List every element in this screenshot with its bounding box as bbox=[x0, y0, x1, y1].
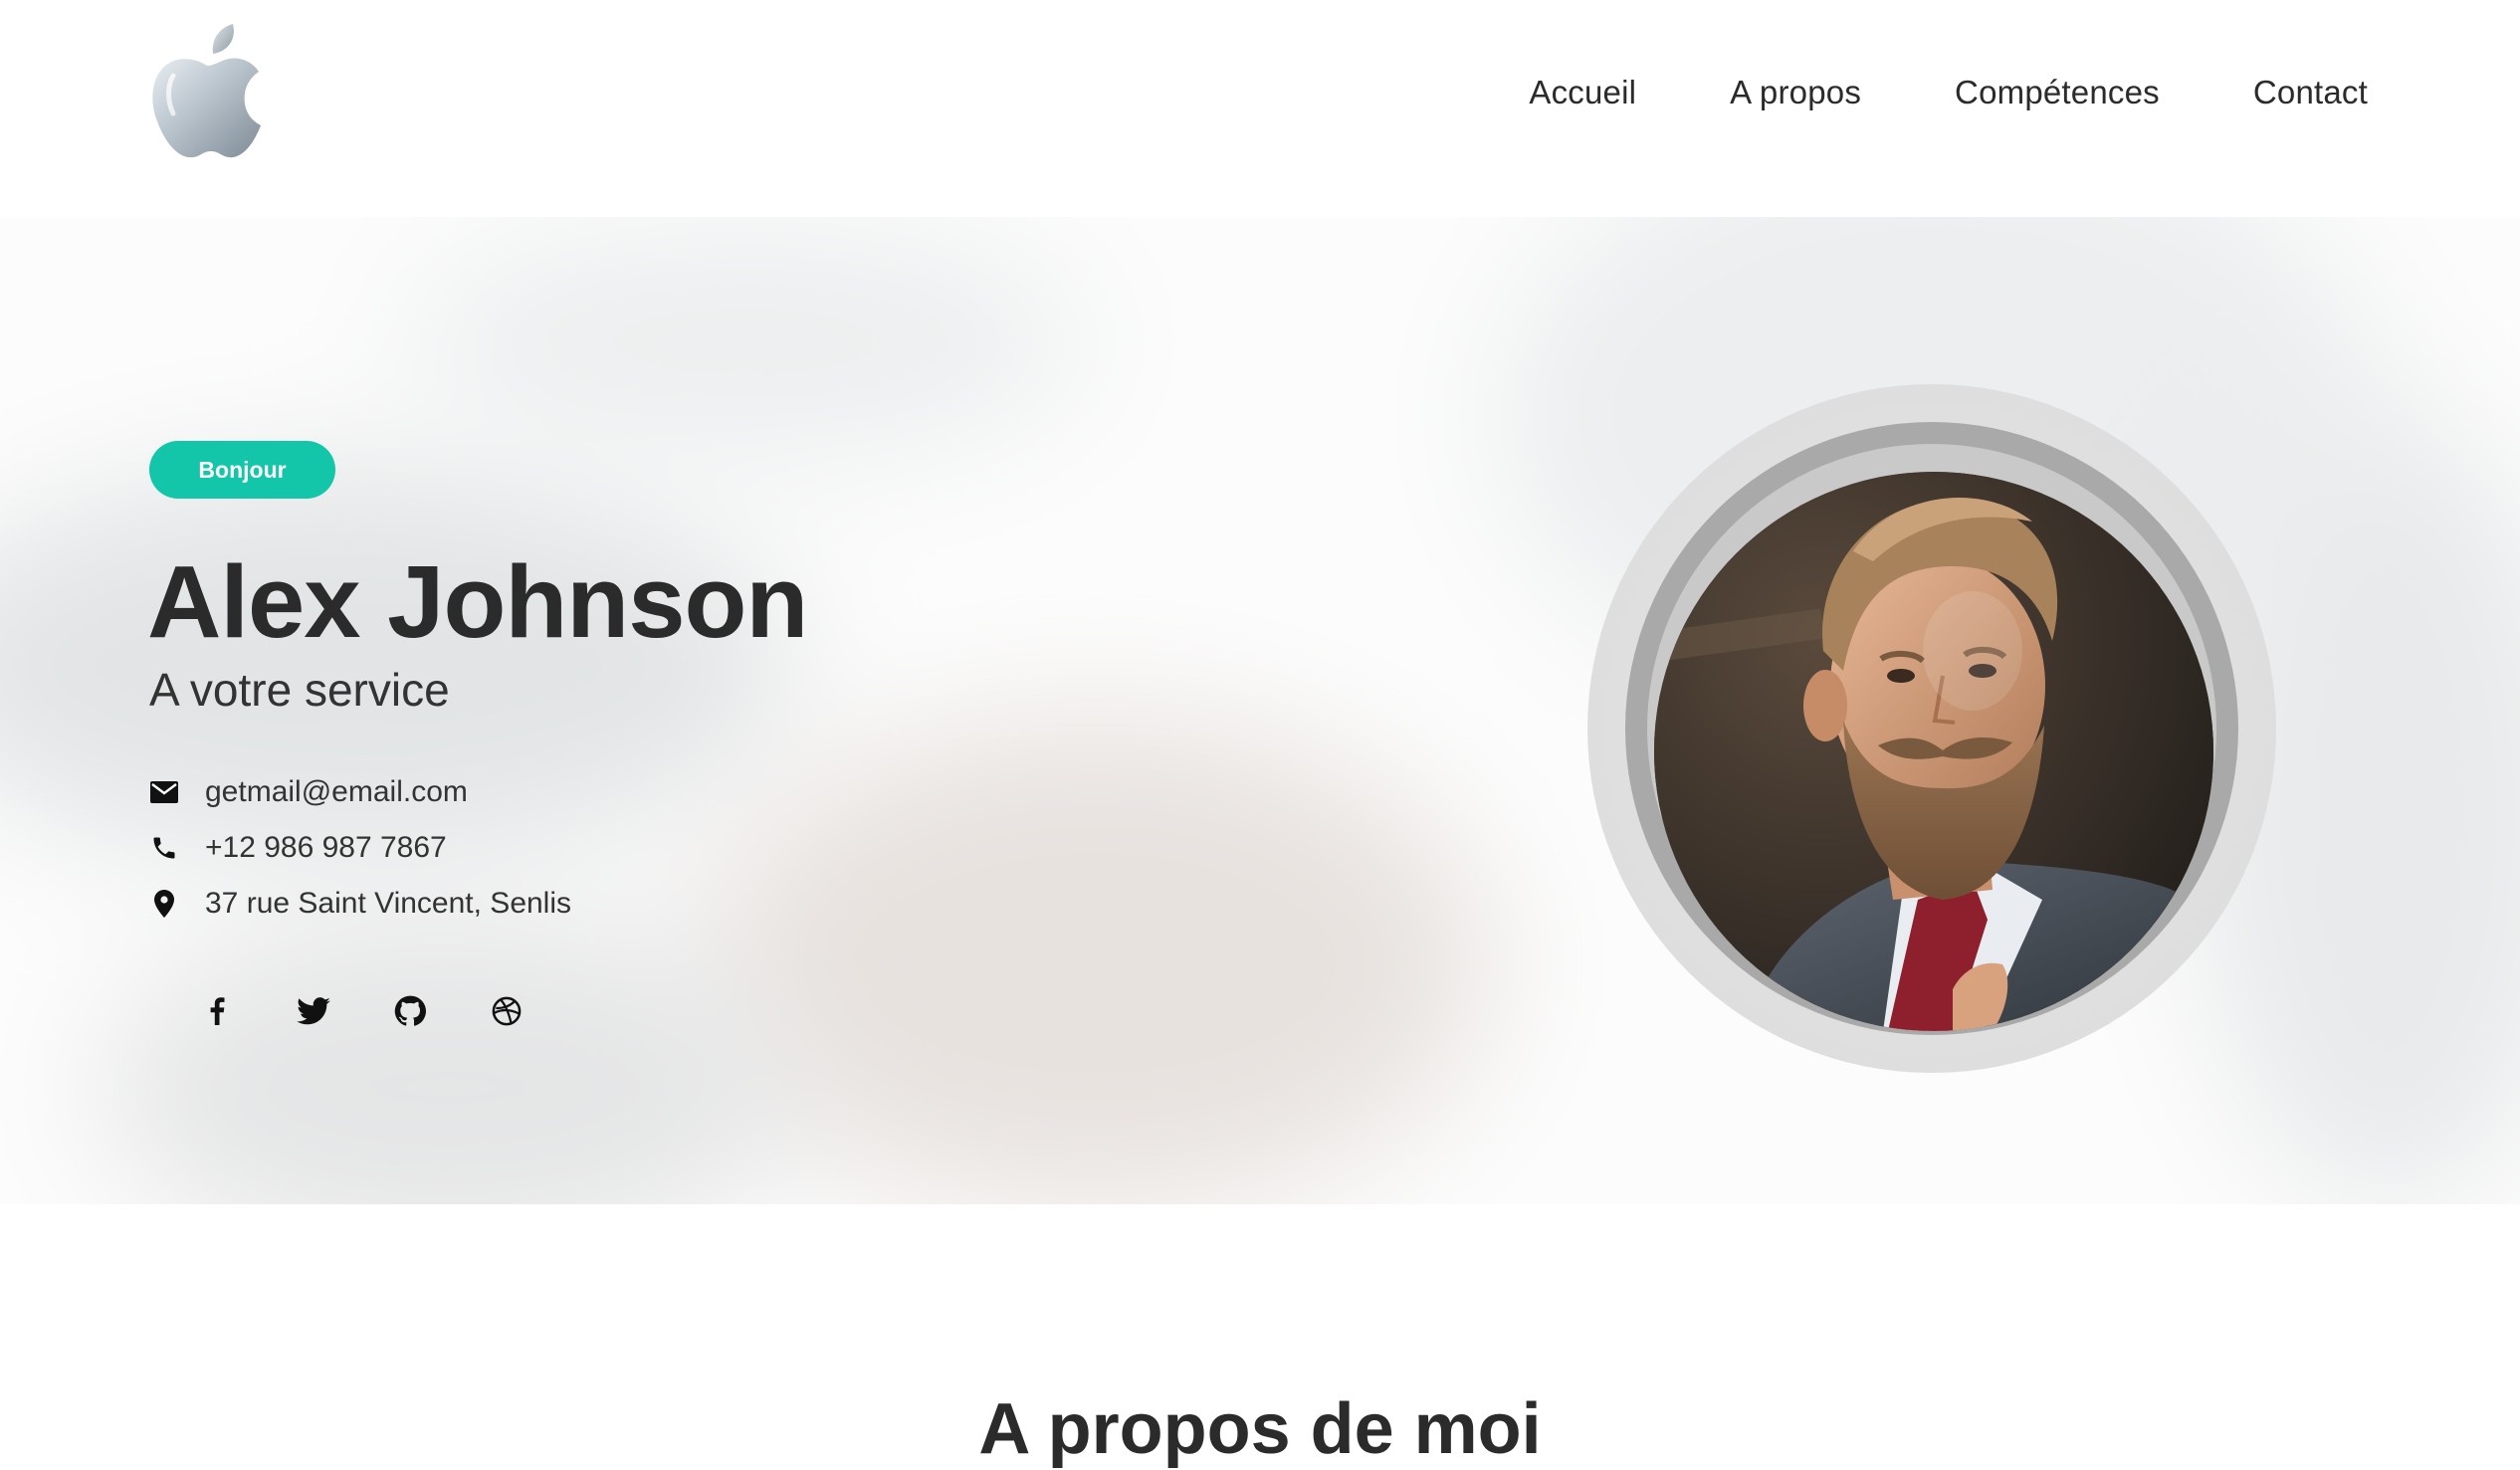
profile-avatar bbox=[1587, 384, 2276, 1073]
site-header: Accueil A propos Compétences Contact bbox=[0, 0, 2520, 217]
dribbble-icon[interactable] bbox=[489, 993, 525, 1029]
about-section bbox=[0, 1204, 2520, 1417]
profile-photo bbox=[1654, 472, 2213, 1031]
about-section-title: A propos de moi bbox=[978, 1389, 1542, 1469]
facebook-icon[interactable] bbox=[199, 993, 235, 1029]
greeting-badge: Bonjour bbox=[149, 441, 335, 499]
map-pin-icon bbox=[149, 889, 179, 919]
nav-item-competences[interactable]: Compétences bbox=[1955, 74, 2160, 111]
nav-item-accueil[interactable]: Accueil bbox=[1529, 74, 1636, 111]
main-nav: Accueil A propos Compétences Contact bbox=[1529, 68, 2368, 117]
contact-phone-text[interactable]: +12 986 987 7867 bbox=[205, 831, 447, 865]
envelope-icon bbox=[149, 777, 179, 807]
phone-icon bbox=[149, 833, 179, 863]
nav-item-a-propos[interactable]: A propos bbox=[1730, 74, 1861, 111]
apple-logo-icon[interactable] bbox=[149, 20, 267, 161]
twitter-icon[interactable] bbox=[296, 993, 331, 1029]
nav-item-contact[interactable]: Contact bbox=[2253, 74, 2368, 111]
profile-tagline: A votre service bbox=[149, 664, 450, 716]
contact-list: getmail@email.com +12 986 987 7867 37 ru… bbox=[149, 764, 571, 932]
contact-email-text[interactable]: getmail@email.com bbox=[205, 775, 468, 809]
social-links bbox=[199, 993, 525, 1029]
contact-address-text: 37 rue Saint Vincent, Senlis bbox=[205, 887, 572, 920]
github-icon[interactable] bbox=[392, 993, 428, 1029]
contact-address: 37 rue Saint Vincent, Senlis bbox=[149, 876, 571, 932]
contact-email: getmail@email.com bbox=[149, 764, 571, 820]
hero-section: Bonjour Alex Johnson A votre service get… bbox=[0, 217, 2520, 1204]
profile-name: Alex Johnson bbox=[147, 544, 808, 659]
contact-phone: +12 986 987 7867 bbox=[149, 820, 571, 876]
